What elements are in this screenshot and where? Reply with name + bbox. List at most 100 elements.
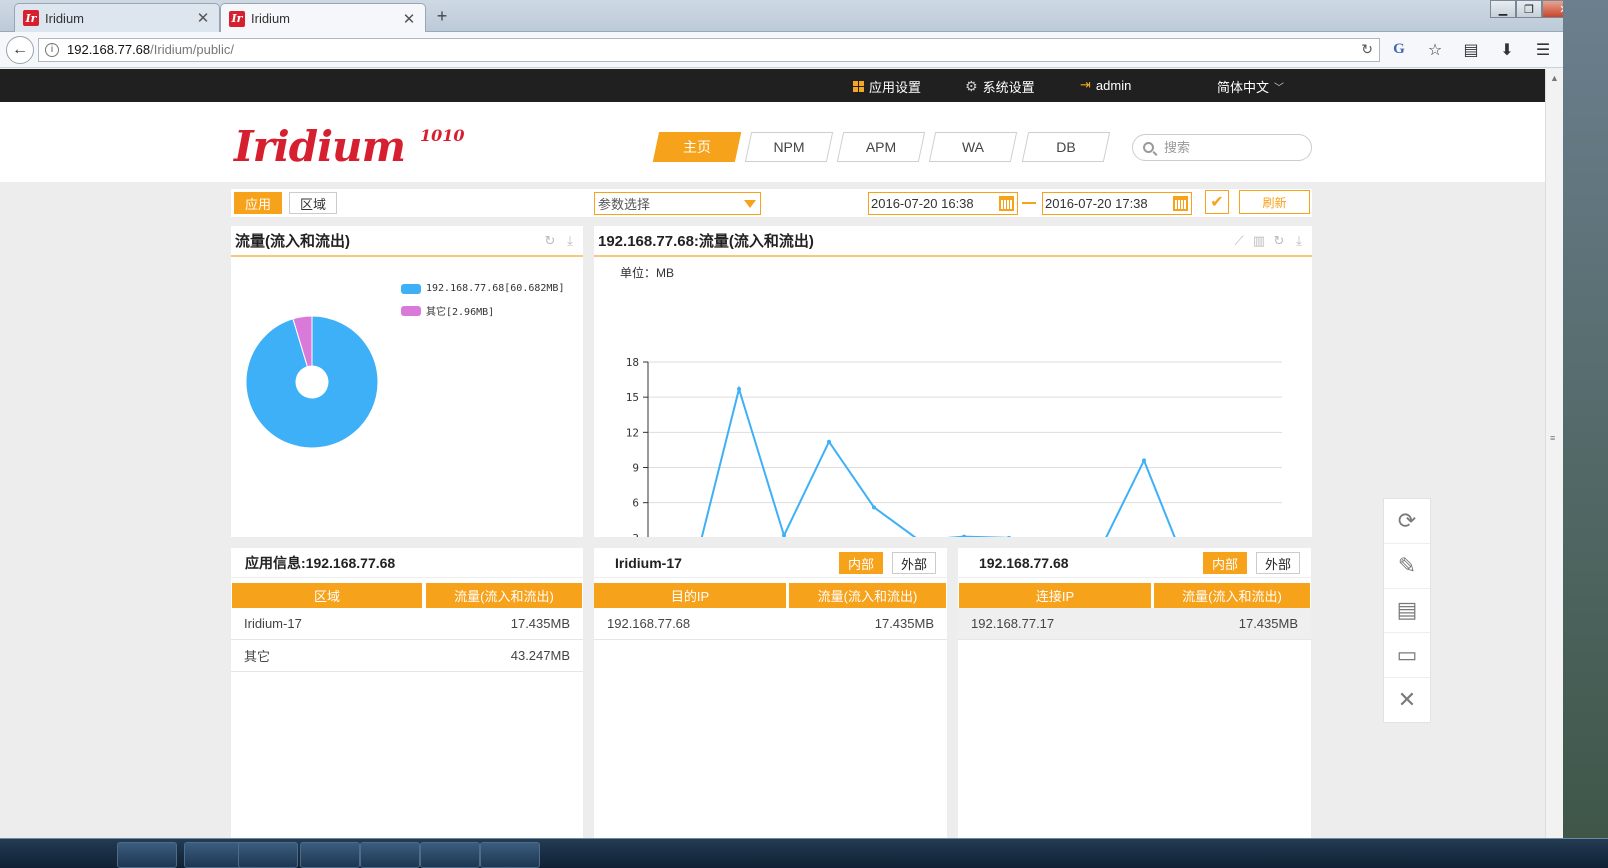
tab-npm-label: NPM bbox=[773, 139, 805, 155]
search-icon[interactable] bbox=[1143, 142, 1154, 153]
dest-panel: Iridium-17 内部 外部 目的IP 流量(流入和流出) 192.168.… bbox=[594, 548, 947, 868]
new-tab-button[interactable]: + bbox=[432, 6, 452, 27]
cell-name: 其它 bbox=[244, 649, 271, 664]
reload-icon[interactable]: ↻ bbox=[1361, 41, 1373, 58]
refresh-icon[interactable]: ⟳ bbox=[1384, 499, 1430, 544]
close-icon[interactable]: ✕ bbox=[1384, 678, 1430, 722]
language-selector[interactable]: 简体中文 ﹀ bbox=[1217, 77, 1284, 96]
table-row[interactable]: 其它 43.247MB bbox=[231, 640, 583, 672]
app-settings-label: 应用设置 bbox=[869, 80, 922, 95]
table-row[interactable]: 192.168.77.68 17.435MB bbox=[594, 608, 947, 640]
tab-home[interactable]: 主页 bbox=[656, 132, 738, 162]
line-panel: 192.168.77.68:流量(流入和流出) ⟋ ▥ ↻ ⤓ 单位：MB 03… bbox=[594, 226, 1312, 537]
menu-icon[interactable]: ☰ bbox=[1532, 39, 1554, 61]
legend-swatch bbox=[401, 283, 421, 294]
column-header[interactable]: 流量(流入和流出) bbox=[789, 583, 946, 608]
search-box bbox=[1132, 134, 1312, 161]
close-tab-icon[interactable]: ✕ bbox=[401, 10, 417, 28]
tab-apm[interactable]: APM bbox=[840, 132, 922, 162]
column-header[interactable]: 连接IP bbox=[959, 583, 1151, 608]
scroll-up-icon[interactable]: ▲ bbox=[1550, 73, 1559, 83]
data-point[interactable] bbox=[962, 534, 966, 537]
y-tick-label: 18 bbox=[626, 356, 639, 369]
reading-list-icon[interactable]: ▤ bbox=[1460, 39, 1482, 61]
taskbar-app[interactable] bbox=[238, 842, 298, 868]
scope-app-button[interactable]: 应用 bbox=[234, 192, 283, 214]
start-date-field[interactable]: 2016-07-20 16:38 bbox=[868, 192, 1018, 215]
maximize-button[interactable]: ❐ bbox=[1516, 0, 1542, 18]
end-date-field[interactable]: 2016-07-20 17:38 bbox=[1042, 192, 1192, 215]
y-tick-label: 6 bbox=[632, 497, 639, 510]
tab-db[interactable]: DB bbox=[1025, 132, 1107, 162]
user-menu[interactable]: ⇥ admin bbox=[1080, 77, 1131, 93]
tab-home-label: 主页 bbox=[683, 139, 711, 155]
data-point[interactable] bbox=[737, 386, 741, 391]
data-point[interactable] bbox=[1142, 458, 1146, 463]
taskbar-app[interactable] bbox=[480, 842, 540, 868]
series-line[interactable] bbox=[649, 385, 1279, 537]
taskbar-app[interactable] bbox=[184, 842, 244, 868]
outer-toggle-button[interactable]: 外部 bbox=[1256, 552, 1301, 574]
calendar-icon[interactable] bbox=[1173, 196, 1188, 211]
refresh-button[interactable]: 刷新 bbox=[1239, 190, 1310, 214]
taskbar-app[interactable] bbox=[300, 842, 360, 868]
taskbar-app[interactable] bbox=[117, 842, 177, 868]
data-point[interactable] bbox=[827, 439, 831, 444]
minimize-button[interactable]: ▁ bbox=[1490, 0, 1516, 18]
download-icon[interactable]: ⬇ bbox=[1496, 39, 1518, 61]
cell-name: 192.168.77.17 bbox=[971, 616, 1055, 631]
data-point[interactable] bbox=[1007, 535, 1011, 537]
download-icon[interactable]: ⤓ bbox=[563, 233, 577, 248]
outer-toggle-button[interactable]: 外部 bbox=[892, 552, 937, 574]
scroll-thumb-grip-icon[interactable]: ≡ bbox=[1550, 433, 1555, 443]
column-header[interactable]: 流量(流入和流出) bbox=[426, 583, 582, 608]
document-icon[interactable]: ▤ bbox=[1384, 589, 1430, 634]
side-toolbar: ⟳ ✎ ▤ ▭ ✕ bbox=[1383, 498, 1431, 723]
app-settings-link[interactable]: 应用设置 bbox=[853, 77, 921, 96]
taskbar-app[interactable] bbox=[420, 842, 480, 868]
iridium-favicon-icon: Ir bbox=[23, 10, 39, 26]
info-icon[interactable]: i bbox=[45, 42, 59, 57]
column-header[interactable]: 流量(流入和流出) bbox=[1154, 583, 1310, 608]
grid-icon bbox=[853, 81, 864, 92]
browser-tab-2[interactable]: Ir Iridium ✕ bbox=[220, 3, 426, 33]
conn-panel: 192.168.77.68 内部 外部 连接IP 流量(流入和流出) 192.1… bbox=[958, 548, 1311, 868]
table-row[interactable]: Iridium-17 17.435MB bbox=[231, 608, 583, 640]
legend-item[interactable]: 其它[2.96MB] bbox=[401, 303, 494, 318]
iridium-logo[interactable]: Iridium bbox=[234, 122, 406, 171]
scrollbar[interactable]: ▲ ≡ bbox=[1545, 69, 1563, 868]
inner-toggle-button[interactable]: 内部 bbox=[839, 552, 884, 574]
desktop-background bbox=[1563, 0, 1608, 868]
tab-npm[interactable]: NPM bbox=[748, 132, 830, 162]
column-header[interactable]: 区域 bbox=[232, 583, 422, 608]
search-input[interactable] bbox=[1164, 140, 1294, 155]
taskbar-app[interactable] bbox=[360, 842, 420, 868]
monitor-icon[interactable]: ▭ bbox=[1384, 633, 1430, 679]
tab-wa[interactable]: WA bbox=[932, 132, 1014, 162]
date-separator bbox=[1022, 202, 1036, 204]
column-header[interactable]: 目的IP bbox=[594, 583, 786, 608]
line-chart: 036912151816:3916:4516:5517:0517:1517:25… bbox=[626, 356, 1282, 537]
y-tick-label: 15 bbox=[626, 391, 639, 404]
browser-tab-1[interactable]: Ir Iridium ✕ bbox=[14, 3, 220, 32]
param-select[interactable]: 参数选择 bbox=[594, 192, 761, 215]
scope-region-button[interactable]: 区域 bbox=[289, 192, 338, 214]
back-button[interactable]: ← bbox=[6, 35, 34, 64]
top-bar: 应用设置 ⚙ 系统设置 ⇥ admin 简体中文 ﹀ bbox=[0, 69, 1545, 102]
data-point[interactable] bbox=[872, 505, 876, 510]
legend-item[interactable]: 192.168.77.68[60.682MB] bbox=[401, 283, 564, 294]
tab-title: Iridium bbox=[45, 10, 85, 26]
gear-icon: ⚙ bbox=[965, 78, 978, 94]
google-translate-icon[interactable]: G bbox=[1388, 39, 1410, 61]
close-tab-icon[interactable]: ✕ bbox=[195, 9, 211, 27]
iridium-favicon-icon: Ir bbox=[229, 10, 245, 27]
confirm-button[interactable]: ✔ bbox=[1205, 190, 1229, 214]
calendar-icon[interactable] bbox=[999, 196, 1014, 211]
refresh-icon[interactable]: ↻ bbox=[543, 233, 557, 248]
bookmark-star-icon[interactable]: ☆ bbox=[1424, 39, 1446, 61]
edit-icon[interactable]: ✎ bbox=[1384, 544, 1430, 589]
inner-toggle-button[interactable]: 内部 bbox=[1203, 552, 1248, 574]
address-bar[interactable]: i 192.168.77.68/Iridium/public/ ↻ bbox=[38, 37, 1380, 62]
system-settings-link[interactable]: ⚙ 系统设置 bbox=[965, 77, 1035, 96]
table-row[interactable]: 192.168.77.17 17.435MB bbox=[958, 608, 1311, 640]
